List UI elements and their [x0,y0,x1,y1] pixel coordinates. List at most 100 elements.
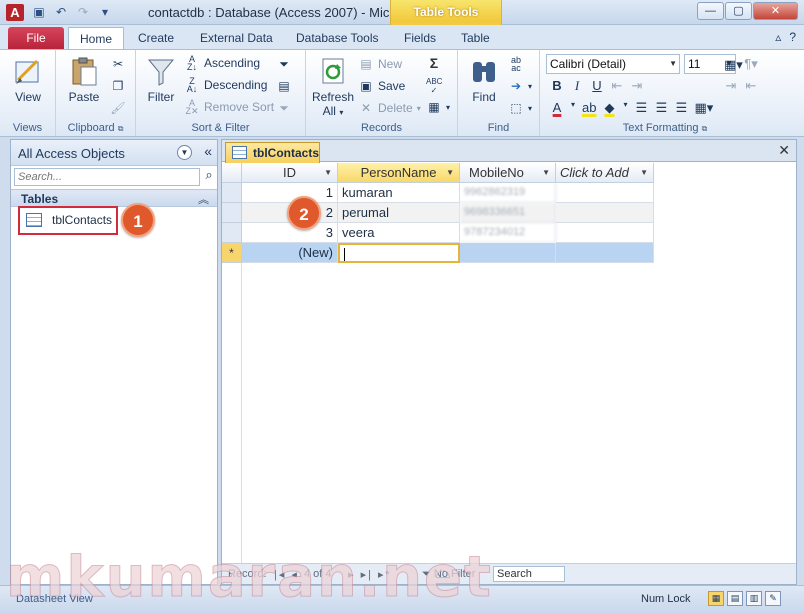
advanced-filter-button[interactable]: ▤ [276,78,292,94]
font-color-dropdown-icon[interactable]: ▾ [570,100,576,116]
clipboard-launcher-icon[interactable]: ⧉ [118,124,124,133]
cell-mobileno[interactable]: 9698336651 [460,203,556,223]
cut-button[interactable]: ✂ [110,56,126,72]
record-search-input[interactable]: Search [493,566,565,582]
cell-new-mobileno[interactable] [460,243,556,263]
nav-item-tblcontacts[interactable]: tblContacts [18,206,118,235]
cell-mobileno[interactable]: 9787234012 [460,223,556,243]
design-view-icon[interactable]: ✎ [765,591,781,606]
undo-icon[interactable]: ↶ [52,4,70,21]
column-dropdown-icon[interactable]: ▼ [324,163,332,182]
tab-tblcontacts[interactable]: tblContacts [225,142,320,163]
descending-button[interactable]: Z A↓ Descending [184,77,268,94]
alternate-row-color-icon[interactable]: ▦▾ [694,100,713,116]
save-icon[interactable]: ▣ [30,4,48,21]
more-records-button[interactable]: ▦ ▾ [426,99,450,115]
replace-button[interactable]: ab ac [508,56,524,73]
cell-personname[interactable]: kumaran [338,183,460,203]
cell-personname[interactable]: perumal [338,203,460,223]
column-header-id[interactable]: ID ▼ [242,163,338,183]
decrease-indent-icon[interactable]: ⇤ [610,78,624,94]
cell-empty[interactable] [556,183,654,203]
shutter-bar-close-icon[interactable]: « [204,143,212,159]
pivottable-view-icon[interactable]: ▤ [727,591,743,606]
record-selector[interactable] [222,183,242,203]
cell-empty[interactable] [556,223,654,243]
cell-new-empty[interactable] [556,243,654,263]
totals-button[interactable]: Σ [426,55,442,71]
no-filter-indicator[interactable]: ⏷ No Filter [422,568,475,581]
toggle-filter-button[interactable]: ⏷ [276,100,292,116]
outdent-icon[interactable]: ⇤ [744,78,758,94]
search-icon[interactable]: ⌕ [200,167,218,187]
format-painter-button[interactable]: 🖌 [110,100,126,116]
minimize-ribbon-icon[interactable]: ▵ [775,30,781,44]
cell-id[interactable]: 1 [242,183,338,203]
filter-button[interactable]: Filter [142,56,180,104]
highlight-color-icon[interactable]: ab [582,100,596,116]
cell-new-id[interactable]: (New) [242,243,338,263]
column-dropdown-icon[interactable]: ▼ [542,163,550,182]
nav-group-tables[interactable]: Tables ︽ [11,189,217,207]
tab-create[interactable]: Create [128,27,184,49]
save-record-button[interactable]: ▣ Save [358,78,405,94]
indent-icon[interactable]: ⇥ [724,78,738,94]
delete-record-button[interactable]: ✕ Delete ▾ [358,100,421,116]
bold-icon[interactable]: B [550,78,564,94]
copy-button[interactable]: ❐ [110,78,126,94]
tab-file[interactable]: File [8,27,64,49]
select-all-cell[interactable] [222,163,242,183]
fill-color-icon[interactable]: ◆ [602,100,616,116]
refresh-all-button[interactable]: Refresh All ▾ [312,56,354,118]
nav-pane-header[interactable]: All Access Objects ▼ « [11,140,217,166]
record-selector[interactable] [222,223,242,243]
goto-button[interactable]: ➔ ▾ [508,78,532,94]
select-button[interactable]: ⬚ ▾ [508,100,532,116]
italic-icon[interactable]: I [570,78,584,94]
ascending-button[interactable]: A Z↓ Ascending [184,55,260,72]
font-color-icon[interactable]: A [550,100,564,116]
datasheet-view-icon[interactable]: ▦ [708,591,724,606]
paragraph-icon[interactable]: ¶▾ [744,56,758,72]
underline-icon[interactable]: U [590,78,604,94]
close-button[interactable]: ✕ [753,2,798,20]
minimize-button[interactable]: — [697,2,724,20]
find-button[interactable]: Find [464,56,504,104]
column-dropdown-icon[interactable]: ▼ [640,163,648,182]
pivotchart-view-icon[interactable]: ▥ [746,591,762,606]
view-button[interactable]: View [10,56,46,104]
customize-qat-icon[interactable]: ▾ [96,4,114,21]
cell-id[interactable]: 3 [242,223,338,243]
cell-personname[interactable]: veera [338,223,460,243]
spelling-button[interactable]: ABC ✓ [426,77,442,95]
tab-table[interactable]: Table [451,27,500,49]
font-dropdown-icon[interactable]: ▼ [669,55,677,73]
collapse-group-icon[interactable]: ︽ [198,191,209,207]
align-right-icon[interactable]: ☰ [674,100,688,116]
access-app-icon[interactable]: A [6,4,24,21]
remove-sort-button[interactable]: A Z✕ Remove Sort [184,99,274,116]
column-header-mobileno[interactable]: MobileNo ▼ [460,163,556,183]
selection-filter-button[interactable]: ⏷ [276,56,292,72]
column-dropdown-icon[interactable]: ▼ [446,163,454,182]
align-left-icon[interactable]: ☰ [634,100,648,116]
text-formatting-launcher-icon[interactable]: ⧉ [702,124,708,133]
record-selector[interactable] [222,203,242,223]
tab-home[interactable]: Home [68,27,124,49]
first-prev-record-icon[interactable]: |◂ ◂ [274,568,299,581]
fill-dropdown-icon[interactable]: ▾ [622,100,628,116]
maximize-button[interactable]: ▢ [725,2,752,20]
cell-empty[interactable] [556,203,654,223]
nav-search-input[interactable] [14,168,200,186]
cell-new-personname[interactable] [338,243,460,263]
column-header-personname[interactable]: PersonName ▼ [338,163,460,183]
paste-button[interactable]: Paste [66,56,102,104]
record-position[interactable]: 4 of 4 [304,568,332,580]
nav-menu-chevron-icon[interactable]: ▼ [177,145,192,160]
nav-pane-title[interactable]: All Access Objects [18,146,125,161]
column-header-click-to-add[interactable]: Click to Add ▼ [556,163,654,183]
increase-indent-icon[interactable]: ⇥ [630,78,644,94]
tab-database-tools[interactable]: Database Tools [286,27,389,49]
new-record-selector[interactable]: * [222,243,242,263]
tab-external-data[interactable]: External Data [190,27,283,49]
